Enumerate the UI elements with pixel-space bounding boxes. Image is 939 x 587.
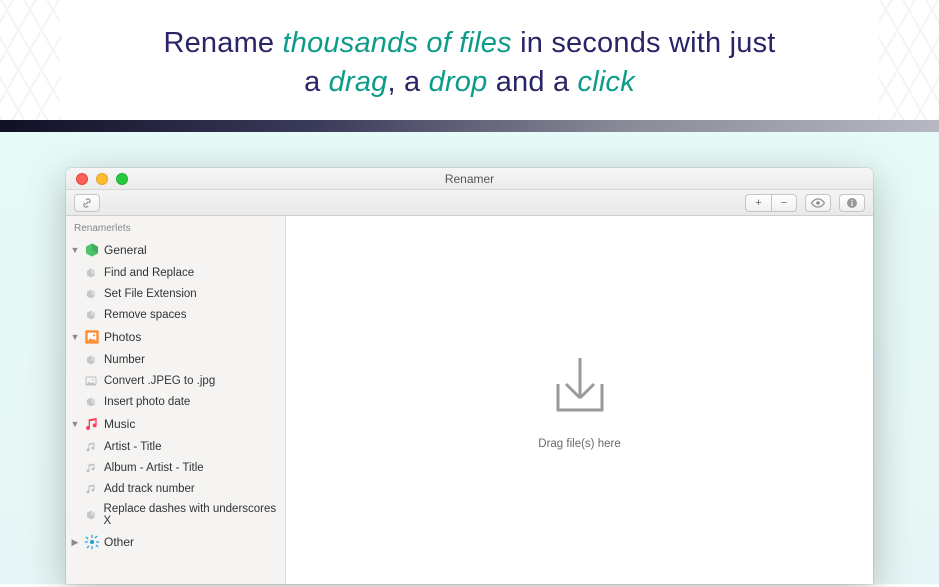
- sidebar-header: Renamerlets: [66, 216, 285, 238]
- sidebar-item[interactable]: Number: [66, 349, 285, 370]
- add-remove-group: + −: [745, 194, 797, 212]
- divider-band: [0, 120, 939, 132]
- sidebar-group-other[interactable]: ▶ Other: [66, 530, 285, 554]
- hero-emph-3: drop: [429, 66, 488, 98]
- item-label: Artist - Title: [104, 441, 162, 453]
- item-label: Replace dashes with underscores X: [104, 503, 281, 527]
- window-title: Renamer: [66, 172, 873, 186]
- music-group-icon: [84, 416, 100, 432]
- sidebar-item[interactable]: Artist - Title: [66, 436, 285, 457]
- window-titlebar[interactable]: Renamer: [66, 168, 873, 190]
- hero-text-1: Rename: [163, 27, 282, 59]
- info-icon: [846, 197, 858, 209]
- sidebar-item[interactable]: Find and Replace: [66, 262, 285, 283]
- photo-icon: [84, 374, 98, 388]
- sidebar-item[interactable]: Insert photo date: [66, 391, 285, 412]
- action-icon: [84, 308, 98, 322]
- eye-icon: [811, 198, 825, 208]
- item-label: Convert .JPEG to .jpg: [104, 375, 215, 387]
- item-label: Number: [104, 354, 145, 366]
- sidebar-item[interactable]: Remove spaces: [66, 304, 285, 325]
- other-group-icon: [84, 534, 100, 550]
- action-icon: [84, 395, 98, 409]
- item-label: Set File Extension: [104, 288, 197, 300]
- music-icon: [84, 440, 98, 454]
- window-content: Renamerlets ▼ General Find and Replace Set …: [66, 216, 873, 584]
- disclosure-triangle-icon[interactable]: ▼: [70, 245, 80, 255]
- group-label: Photos: [104, 330, 141, 344]
- hero-text-4: , a: [388, 66, 429, 98]
- disclosure-triangle-icon[interactable]: ▶: [70, 537, 80, 548]
- hero-emph-1: thousands of files: [283, 27, 512, 59]
- sidebar-item[interactable]: Set File Extension: [66, 283, 285, 304]
- music-icon: [84, 482, 98, 496]
- sidebar-item[interactable]: Replace dashes with underscores X: [66, 499, 285, 530]
- hero-text-5: and a: [487, 66, 577, 98]
- hero-text-3: a: [304, 66, 329, 98]
- item-label: Add track number: [104, 483, 195, 495]
- group-label: Music: [104, 417, 135, 431]
- preview-button[interactable]: [805, 194, 831, 212]
- drop-zone-text: Drag file(s) here: [538, 438, 620, 450]
- action-icon: [84, 266, 98, 280]
- disclosure-triangle-icon[interactable]: ▼: [70, 419, 80, 429]
- sidebar-item[interactable]: Convert .JPEG to .jpg: [66, 370, 285, 391]
- music-icon: [84, 461, 98, 475]
- toolbar: + −: [66, 190, 873, 216]
- link-button[interactable]: [74, 194, 100, 212]
- sidebar-item[interactable]: Album - Artist - Title: [66, 457, 285, 478]
- item-label: Find and Replace: [104, 267, 194, 279]
- disclosure-triangle-icon[interactable]: ▼: [70, 332, 80, 342]
- group-label: General: [104, 243, 147, 257]
- photos-group-icon: [84, 329, 100, 345]
- stage-background: Renamer + − Renamerlets ▼Ge: [0, 132, 939, 584]
- add-button[interactable]: +: [745, 194, 771, 212]
- hero-emph-2: drag: [329, 66, 388, 98]
- hero-headline: Rename thousands of files in seconds wit…: [40, 24, 899, 102]
- general-group-icon: [84, 242, 100, 258]
- info-button[interactable]: [839, 194, 865, 212]
- sidebar-group-music[interactable]: ▼ Music: [66, 412, 285, 436]
- item-label: Album - Artist - Title: [104, 462, 204, 474]
- hero-emph-4: click: [578, 66, 635, 98]
- hero-banner: Rename thousands of files in seconds wit…: [0, 0, 939, 120]
- action-icon: [84, 287, 98, 301]
- sidebar: Renamerlets ▼ General Find and Replace Set …: [66, 216, 286, 584]
- link-icon: [81, 197, 93, 209]
- action-icon: [84, 353, 98, 367]
- sidebar-item[interactable]: Add track number: [66, 478, 285, 499]
- hero-text-2: in seconds with just: [512, 27, 776, 59]
- sidebar-group-photos[interactable]: ▼ Photos: [66, 325, 285, 349]
- drop-target-icon: [544, 350, 616, 422]
- sidebar-group-general[interactable]: ▼ General: [66, 238, 285, 262]
- drop-zone[interactable]: Drag file(s) here: [286, 216, 873, 584]
- item-label: Remove spaces: [104, 309, 186, 321]
- action-icon: [84, 508, 98, 522]
- remove-button[interactable]: −: [771, 194, 797, 212]
- item-label: Insert photo date: [104, 396, 190, 408]
- group-label: Other: [104, 535, 134, 549]
- app-window: Renamer + − Renamerlets ▼Ge: [66, 168, 873, 584]
